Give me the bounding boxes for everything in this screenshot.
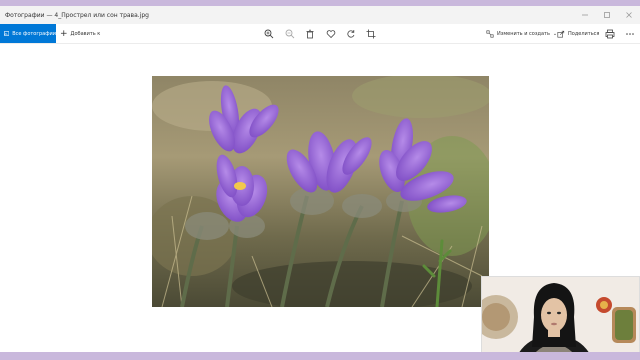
window-title: Фотографии — 4_Прострел или сон трава.jp… (5, 11, 149, 19)
favorite-icon[interactable] (325, 28, 336, 39)
window-controls (574, 6, 640, 24)
minimize-button[interactable] (574, 6, 596, 24)
all-photos-label: Все фотографии (12, 30, 56, 37)
photos-app-window: Фотографии — 4_Прострел или сон трава.jp… (0, 6, 640, 352)
toolbar: Все фотографии + Добавить к Изменить и с… (0, 24, 640, 44)
add-to-button[interactable]: + Добавить к (60, 24, 100, 43)
add-to-label: Добавить к (70, 30, 101, 37)
share-label: Поделиться (568, 30, 600, 37)
plus-icon: + (60, 28, 68, 39)
rotate-icon[interactable] (345, 28, 356, 39)
all-photos-button[interactable]: Все фотографии (0, 24, 56, 43)
bottom-border (0, 352, 640, 360)
zoom-out-icon[interactable] (284, 28, 295, 39)
share-button[interactable]: Поделиться (557, 24, 599, 43)
webcam-overlay (481, 276, 640, 352)
edit-icon (486, 29, 494, 38)
title-bar: Фотографии — 4_Прострел или сон трава.jp… (0, 6, 640, 24)
zoom-in-icon[interactable] (263, 28, 274, 39)
close-button[interactable] (618, 6, 640, 24)
edit-create-button[interactable]: Изменить и создать ⌄ (486, 24, 557, 43)
print-icon[interactable] (604, 28, 615, 39)
photos-icon (4, 31, 10, 36)
edit-create-label: Изменить и создать (497, 30, 550, 37)
more-icon[interactable] (624, 28, 635, 39)
delete-icon[interactable] (304, 28, 315, 39)
share-icon (557, 30, 565, 38)
maximize-button[interactable] (596, 6, 618, 24)
photo-viewer-image (152, 76, 489, 307)
crop-icon[interactable] (365, 28, 376, 39)
